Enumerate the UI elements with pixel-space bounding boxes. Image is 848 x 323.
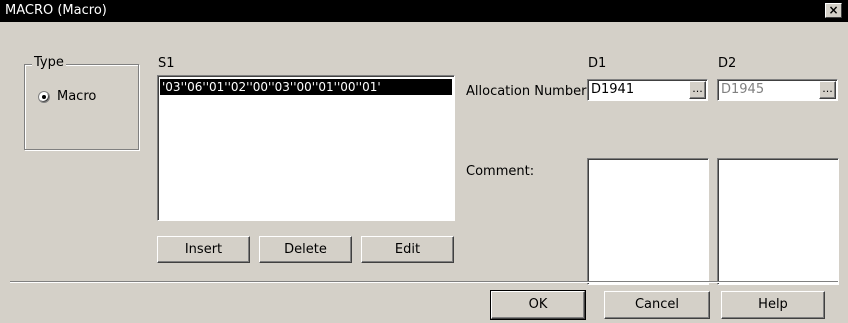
d1-comment-field[interactable] (587, 158, 709, 285)
window-title: MACRO (Macro) (5, 3, 107, 18)
help-button[interactable]: Help (721, 291, 825, 319)
list-item[interactable]: '03''06''01''02''00''03''00''01''00''01' (160, 79, 452, 95)
d1-browse-button[interactable]: ... (689, 81, 706, 99)
edit-button[interactable]: Edit (361, 236, 454, 263)
allocation-number-label: Allocation Number: (466, 84, 591, 99)
type-group-legend: Type (32, 55, 66, 70)
ok-button[interactable]: OK (490, 290, 586, 320)
close-icon: × (828, 3, 839, 17)
d2-comment-field[interactable] (717, 158, 839, 285)
s1-listbox[interactable] (157, 75, 455, 221)
d1-header: D1 (588, 56, 607, 71)
title-bar (0, 0, 848, 22)
footer-separator (10, 281, 838, 283)
d2-header: D2 (718, 56, 737, 71)
type-group-box (24, 64, 139, 150)
cancel-button[interactable]: Cancel (604, 291, 710, 319)
radio-selected-dot (42, 95, 46, 99)
close-button[interactable]: × (825, 3, 842, 18)
comment-label: Comment: (466, 164, 535, 179)
insert-button[interactable]: Insert (157, 236, 250, 263)
d2-browse-button: ... (819, 81, 836, 99)
s1-label: S1 (158, 56, 175, 71)
delete-button[interactable]: Delete (259, 236, 352, 263)
macro-radio-label[interactable]: Macro (57, 89, 96, 104)
